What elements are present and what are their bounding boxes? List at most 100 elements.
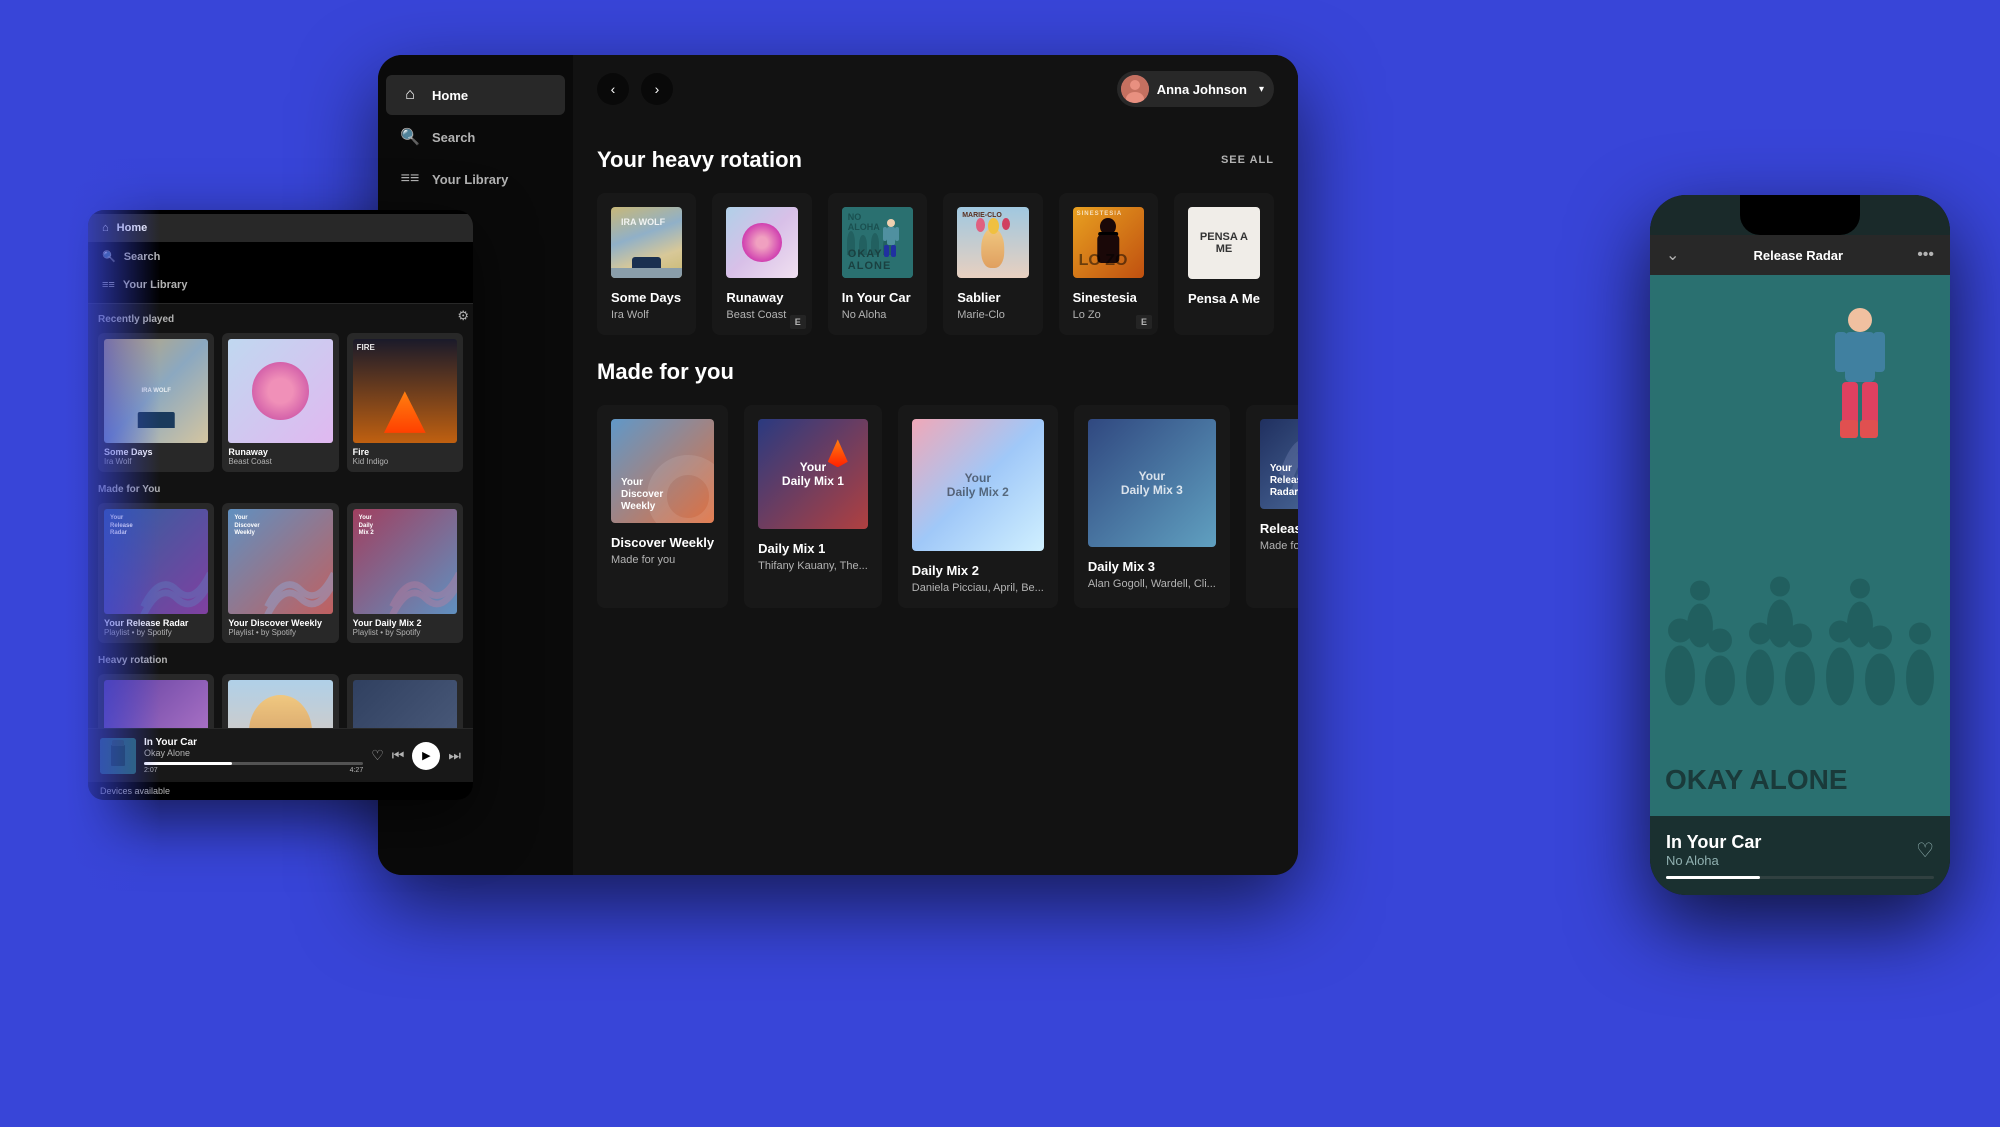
sinestesia-label-top: SINESTESIA <box>1077 211 1123 217</box>
card-title-in-your-car: In Your Car <box>842 290 913 305</box>
card-daily3[interactable]: YourDaily Mix 3 Daily Mix 3 Alan Gogoll,… <box>1074 405 1230 608</box>
okay-span: OKAY ALONE <box>1665 764 1848 795</box>
dt-mfy-sub-2: Playlist • by Spotify <box>228 628 332 637</box>
phone-header-title: Release Radar <box>1753 248 1843 263</box>
card-pensa[interactable]: PENSA A ME Pensa A Me <box>1174 193 1274 335</box>
see-all-heavy[interactable]: SEE ALL <box>1221 154 1274 166</box>
dt-mfy-sub-3: Playlist • by Spotify <box>353 628 457 637</box>
phone-track-info: In Your Car No Aloha ♡ <box>1650 816 1950 895</box>
play-button[interactable]: ▶ <box>412 742 440 770</box>
discover-text: YourDiscoverWeekly <box>621 477 663 513</box>
dt-mfy-title-2: Your Discover Weekly <box>228 618 332 628</box>
card-img-daily1: YourDaily Mix 1 <box>758 419 868 529</box>
main-content: ‹ › Anna Johnson ▾ <box>573 55 1298 875</box>
chevron-down-icon: ▾ <box>1259 84 1264 95</box>
sidebar-item-home[interactable]: ⌂ Home <box>386 75 565 115</box>
sidebar-home-label: Home <box>432 88 468 103</box>
avatar-svg <box>1121 75 1149 103</box>
dt-card-runaway[interactable]: Runaway Beast Coast <box>222 333 338 472</box>
daily-mix-2-label: YourDailyMix 2 <box>359 515 374 537</box>
card-some-days[interactable]: IRA WOLF Some Days Ira Wolf <box>597 193 696 335</box>
dt-card-sub-fire: Kid Indigo <box>353 457 457 466</box>
made-for-you-grid: YourDiscoverWeekly Discover Weekly Made … <box>597 405 1274 608</box>
prev-button[interactable]: ⏮ <box>392 747 405 764</box>
forward-arrow[interactable]: › <box>641 73 673 105</box>
dt-hr-img-3 <box>353 680 457 728</box>
card-sinestesia[interactable]: SINESTESIA LO ZO Sinestesia <box>1059 193 1158 335</box>
dt-hr-3[interactable]: Be Happy Gene Evans Jr. <box>347 674 463 728</box>
track-header: In Your Car No Aloha ♡ <box>1666 832 1934 868</box>
dt-heart-wrap: ♡ <box>371 747 384 764</box>
dt-mfy-2[interactable]: YourDiscoverWeekly Your Discover Weekly … <box>222 503 338 642</box>
dt-hr-img-2 <box>228 680 332 728</box>
dt-card-title-fire: Fire <box>353 447 457 457</box>
back-arrow[interactable]: ‹ <box>597 73 629 105</box>
card-img-sinestesia: SINESTESIA LO ZO <box>1073 207 1144 278</box>
heart-icon[interactable]: ♡ <box>371 747 384 764</box>
heavy-rotation-title: Your heavy rotation <box>597 147 802 173</box>
track-text-wrap: In Your Car No Aloha <box>1666 832 1761 868</box>
card-release[interactable]: YourReleaseRadar Release Radar Made for … <box>1246 405 1298 608</box>
card-subtitle-sablier: Marie-Clo <box>957 309 1028 321</box>
phone-right: ⌄ Release Radar ••• <box>1650 195 1950 895</box>
card-img-runaway <box>726 207 797 278</box>
heart-icon-phone[interactable]: ♡ <box>1916 838 1934 863</box>
card-img-discover: YourDiscoverWeekly <box>611 419 714 522</box>
phone-track-artist: No Aloha <box>1666 853 1761 868</box>
made-for-you-section-title: Made for you <box>597 359 734 385</box>
dt-mfy-3[interactable]: YourDailyMix 2 Your Daily Mix 2 Playlist… <box>347 503 463 642</box>
card-subtitle-in-your-car: No Aloha <box>842 309 913 321</box>
daily2-text: YourDaily Mix 2 <box>947 471 1009 499</box>
dt-card-img-runaway <box>228 339 332 443</box>
okay-alone-label: OKAY ALONE <box>1665 765 1848 796</box>
card-img-sablier: MARIE-CLO <box>957 207 1028 278</box>
user-avatar <box>1121 75 1149 103</box>
discover-weekly-label: YourDiscoverWeekly <box>234 515 259 537</box>
card-subtitle-daily3: Alan Gogoll, Wardell, Cli... <box>1088 578 1216 590</box>
card-title-runaway: Runaway <box>726 290 797 305</box>
dt-hr-2[interactable]: Sablier Marie-Clo <box>222 674 338 728</box>
more-options-icon[interactable]: ••• <box>1917 246 1934 264</box>
card-title-daily3: Daily Mix 3 <box>1088 559 1216 574</box>
card-title-sablier: Sablier <box>957 290 1028 305</box>
dt-player-controls: ⏮ ▶ ⏭ <box>392 742 461 770</box>
card-subtitle-discover: Made for you <box>611 554 714 566</box>
dt-mfy-title-3: Your Daily Mix 2 <box>353 618 457 628</box>
user-info[interactable]: Anna Johnson ▾ <box>1117 71 1274 107</box>
dt-card-fire[interactable]: FIRE Fire Kid Indigo <box>347 333 463 472</box>
card-runaway[interactable]: Runaway Beast Coast E <box>712 193 811 335</box>
card-img-release: YourReleaseRadar <box>1260 419 1298 509</box>
crowd-svg <box>1650 275 1950 816</box>
dt-player-artist: Okay Alone <box>144 748 363 758</box>
scroll-area[interactable]: Your heavy rotation SEE ALL IRA WOLF <box>573 123 1298 875</box>
card-subtitle-sinestesia: Lo Zo <box>1073 309 1144 321</box>
card-subtitle-release: Made for you <box>1260 540 1298 552</box>
card-discover[interactable]: YourDiscoverWeekly Discover Weekly Made … <box>597 405 728 608</box>
phone-mini-bar: ⌄ Release Radar ••• <box>1650 235 1950 275</box>
daily1-text: YourDaily Mix 1 <box>782 460 844 488</box>
dt-card-sub-runaway: Beast Coast <box>228 457 332 466</box>
chevron-down-icon-phone[interactable]: ⌄ <box>1666 245 1679 265</box>
phone-album-art: OKAY ALONE <box>1650 275 1950 816</box>
next-button[interactable]: ⏭ <box>448 747 461 764</box>
card-daily1[interactable]: YourDaily Mix 1 Daily Mix 1 Thifany Kaua… <box>744 405 882 608</box>
wave-svg-3 <box>384 540 457 613</box>
card-daily2[interactable]: YourDaily Mix 2 Daily Mix 2 Daniela Picc… <box>898 405 1058 608</box>
card-img-daily3: YourDaily Mix 3 <box>1088 419 1216 547</box>
explicit-badge-sinestesia: E <box>1136 315 1152 329</box>
back-icon: ‹ <box>611 81 616 97</box>
okay-text: OKAY ALONE <box>1665 765 1848 796</box>
settings-icon[interactable]: ⚙ <box>457 308 469 324</box>
card-img-pensa: PENSA A ME <box>1188 207 1260 279</box>
card-in-your-car[interactable]: NOALOHA <box>828 193 927 335</box>
forward-icon: › <box>655 81 660 97</box>
phone-notch <box>1740 195 1860 235</box>
card-sablier[interactable]: MARIE-CLO <box>943 193 1042 335</box>
left-fade <box>0 0 160 1127</box>
wave-svg-2 <box>259 540 332 613</box>
sidebar-item-library[interactable]: ≡≡ Your Library <box>386 159 565 199</box>
sidebar-item-search[interactable]: 🔍 Search <box>386 117 565 157</box>
lo-zo-label: LO ZO <box>1079 252 1128 270</box>
heavy-rotation-grid: IRA WOLF Some Days Ira Wolf <box>597 193 1274 335</box>
dt-player-progress <box>144 762 363 765</box>
